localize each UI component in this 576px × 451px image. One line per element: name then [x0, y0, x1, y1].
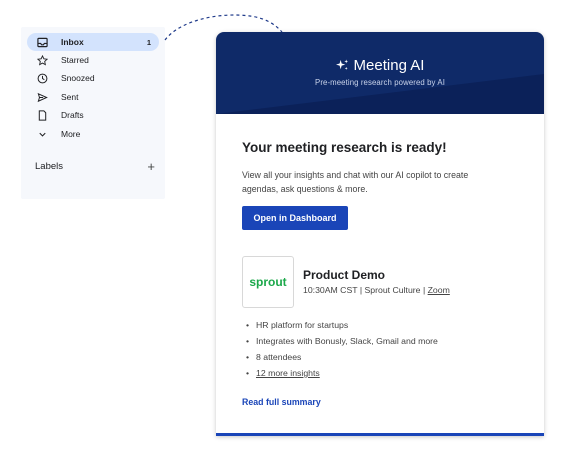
sidebar-item-drafts[interactable]: Drafts	[27, 106, 159, 124]
sidebar-item-label: Snoozed	[61, 73, 95, 83]
zoom-link[interactable]: Zoom	[428, 285, 450, 295]
unread-count: 1	[146, 37, 151, 47]
mail-sidebar: Inbox 1 Starred Snoozed Sent Drafts More…	[21, 27, 165, 199]
more-insights-link[interactable]: 12 more insights	[256, 368, 320, 378]
event-company: Sprout Culture	[364, 285, 421, 295]
labels-heading: Labels	[35, 160, 63, 172]
sidebar-item-starred[interactable]: Starred	[27, 51, 159, 69]
labels-section: Labels +	[35, 159, 155, 173]
sidebar-item-more[interactable]: More	[27, 125, 159, 143]
read-summary-link[interactable]: Read full summary	[242, 397, 321, 407]
list-item: HR platform for startups	[246, 317, 438, 333]
sidebar-item-label: Drafts	[61, 110, 84, 120]
meeting-ai-email-card: Meeting AI Pre-meeting research powered …	[216, 32, 544, 436]
add-label-icon[interactable]: +	[147, 160, 155, 173]
company-logo: sprout	[242, 256, 294, 308]
email-heading: Your meeting research is ready!	[242, 140, 447, 155]
send-icon	[35, 90, 49, 104]
event-meta: 10:30AM CST | Sprout Culture | Zoom	[303, 285, 450, 295]
sidebar-item-inbox[interactable]: Inbox 1	[27, 33, 159, 51]
clock-icon	[35, 71, 49, 85]
sidebar-item-sent[interactable]: Sent	[27, 88, 159, 106]
sprout-logo: sprout	[249, 275, 287, 289]
brand-tagline: Pre-meeting research powered by AI	[315, 78, 445, 87]
sidebar-item-label: Inbox	[61, 37, 84, 47]
event-title: Product Demo	[303, 268, 386, 282]
more-insights-item: 12 more insights	[246, 365, 438, 381]
email-description: View all your insights and chat with our…	[242, 170, 469, 194]
sparkle-icon	[335, 59, 348, 70]
list-item: 8 attendees	[246, 349, 438, 365]
event-time: 10:30AM CST	[303, 285, 358, 295]
sidebar-item-snoozed[interactable]: Snoozed	[27, 69, 159, 87]
sidebar-item-label: Starred	[61, 55, 89, 65]
sidebar-item-label: Sent	[61, 92, 79, 102]
draft-icon	[35, 108, 49, 122]
sidebar-item-label: More	[61, 129, 81, 139]
card-header: Meeting AI Pre-meeting research powered …	[216, 32, 544, 114]
insights-list: HR platform for startups Integrates with…	[246, 317, 438, 381]
star-icon	[35, 53, 49, 67]
brand-title: Meeting AI	[216, 57, 544, 74]
chevron-down-icon	[35, 127, 49, 141]
brand-name: Meeting AI	[353, 57, 425, 74]
inbox-icon	[35, 35, 49, 49]
open-dashboard-button[interactable]: Open in Dashboard	[242, 206, 348, 230]
list-item: Integrates with Bonusly, Slack, Gmail an…	[246, 333, 438, 349]
card-bottom-accent	[216, 433, 544, 436]
